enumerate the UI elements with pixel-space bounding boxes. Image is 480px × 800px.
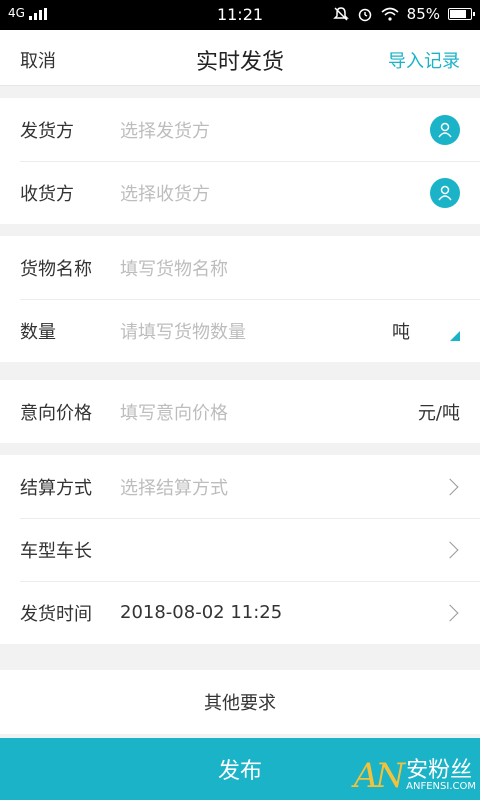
import-records-button[interactable]: 导入记录 <box>388 47 460 73</box>
chevron-right-icon <box>441 604 459 621</box>
watermark-en: ANFENSI.COM <box>406 781 476 792</box>
price-row[interactable]: 意向价格 填写意向价格 元/吨 <box>0 380 480 443</box>
header: 取消 实时发货 导入记录 <box>0 30 480 86</box>
status-right: 85% <box>332 5 475 23</box>
receiver-label: 收货方 <box>20 183 74 205</box>
wifi-icon <box>381 7 399 21</box>
ship-time-row[interactable]: 发货时间 2018-08-02 11:25 <box>0 581 480 644</box>
settlement-label: 结算方式 <box>20 477 92 499</box>
goods-name-row[interactable]: 货物名称 填写货物名称 <box>0 236 480 299</box>
quantity-row[interactable]: 数量 请填写货物数量 吨 <box>0 299 480 362</box>
ship-time-value[interactable]: 2018-08-02 11:25 <box>120 602 444 623</box>
watermark-cn: 安粉丝 <box>406 758 473 783</box>
quantity-label: 数量 <box>20 321 56 343</box>
settlement-input[interactable]: 选择结算方式 <box>120 474 444 500</box>
dropdown-triangle-icon[interactable] <box>450 330 460 341</box>
chevron-right-icon <box>441 541 459 558</box>
publish-label: 发布 <box>217 759 262 784</box>
vehicle-label: 车型车长 <box>20 540 92 562</box>
watermark-text: 安粉丝 ANFENSI.COM <box>406 760 476 792</box>
price-unit: 元/吨 <box>417 402 460 424</box>
settlement-row[interactable]: 结算方式 选择结算方式 <box>0 455 480 518</box>
publish-button[interactable]: 发布 AN 安粉丝 ANFENSI.COM <box>0 738 480 800</box>
other-requirements-button[interactable]: 其他要求 <box>0 670 480 734</box>
shipper-input[interactable]: 选择发货方 <box>120 117 430 143</box>
price-section: 意向价格 填写意向价格 元/吨 <box>0 380 480 443</box>
details-section: 结算方式 选择结算方式 车型车长 发货时间 2018-08-02 11:25 <box>0 455 480 644</box>
quantity-unit-select[interactable]: 吨 <box>392 318 410 344</box>
battery-icon <box>448 8 475 20</box>
shipper-row[interactable]: 发货方 选择发货方 <box>0 98 480 161</box>
contact-icon[interactable] <box>430 177 460 208</box>
ship-time-label: 发货时间 <box>20 603 92 625</box>
party-section: 发货方 选择发货方 收货方 选择收货方 <box>0 98 480 224</box>
receiver-input[interactable]: 选择收货方 <box>120 180 430 206</box>
battery-percent: 85% <box>406 5 440 23</box>
price-input[interactable]: 填写意向价格 <box>120 399 418 425</box>
vehicle-row[interactable]: 车型车长 <box>0 518 480 581</box>
watermark-logo: AN 安粉丝 ANFENSI.COM <box>354 756 476 796</box>
alarm-icon <box>358 8 371 22</box>
contact-icon[interactable] <box>430 114 460 145</box>
shipper-label: 发货方 <box>20 120 74 142</box>
watermark-mark: AN <box>353 756 405 796</box>
mute-bell-icon <box>332 7 349 21</box>
receiver-row[interactable]: 收货方 选择收货方 <box>0 161 480 224</box>
status-bar: 4G 11:21 85% <box>0 0 480 30</box>
quantity-input[interactable]: 请填写货物数量 <box>120 318 392 344</box>
price-label: 意向价格 <box>20 402 92 424</box>
goods-section: 货物名称 填写货物名称 数量 请填写货物数量 吨 <box>0 236 480 362</box>
goods-name-input[interactable]: 填写货物名称 <box>120 255 460 281</box>
goods-name-label: 货物名称 <box>20 258 92 280</box>
chevron-right-icon <box>441 478 459 495</box>
